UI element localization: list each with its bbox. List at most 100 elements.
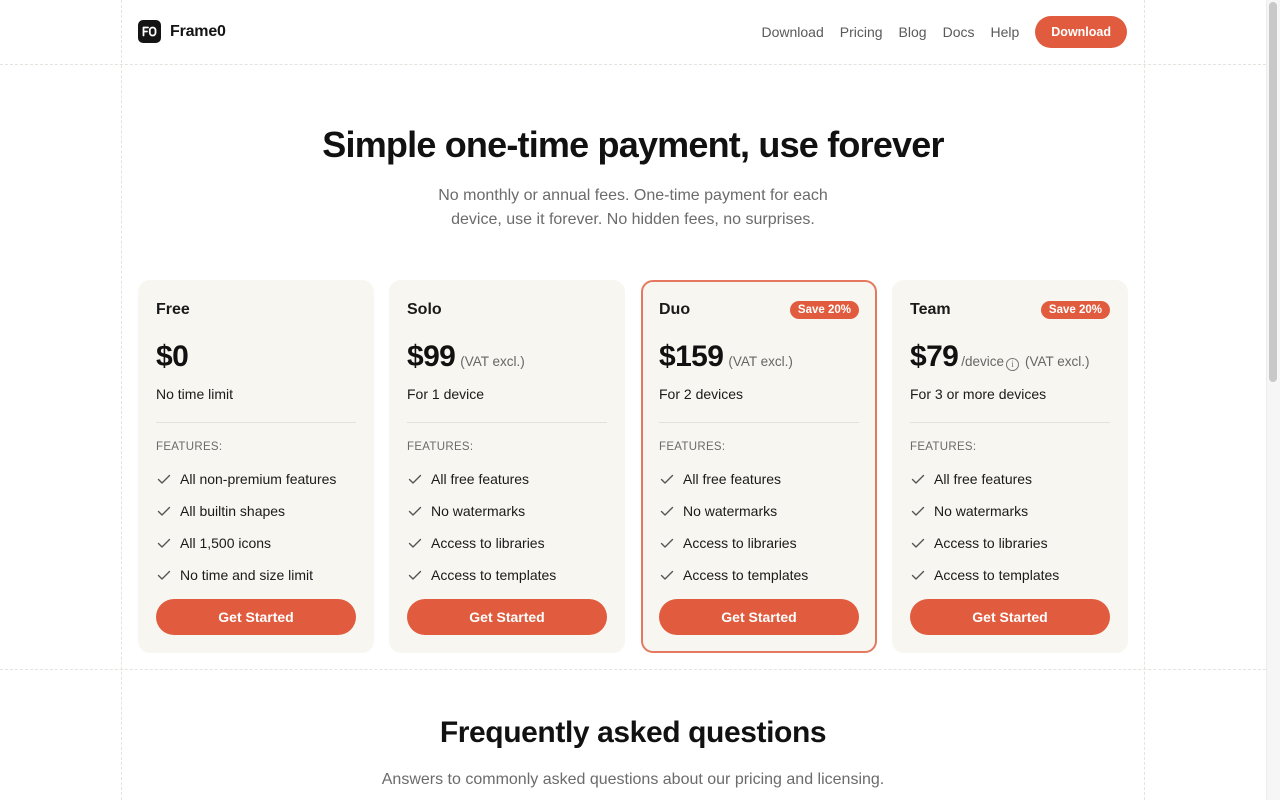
- brand-name: Frame0: [170, 22, 226, 40]
- check-icon: [911, 506, 925, 516]
- plan-price: $99: [407, 340, 456, 373]
- feature-text: No watermarks: [683, 503, 778, 519]
- check-icon: [408, 570, 422, 580]
- vat-note: (VAT excl.): [728, 354, 793, 369]
- list-item: All free features: [910, 463, 1110, 495]
- features-label: FEATURES:: [407, 441, 474, 453]
- plan-name: Team: [910, 301, 951, 318]
- check-icon: [157, 538, 171, 548]
- feature-text: Access to libraries: [934, 535, 1048, 551]
- list-item: All 1,500 icons: [156, 527, 356, 559]
- list-item: Access to templates: [910, 559, 1110, 591]
- plan-note: No time limit: [156, 386, 234, 402]
- feature-text: Access to templates: [934, 567, 1060, 583]
- plan-name: Duo: [659, 301, 691, 318]
- divider: [910, 422, 1110, 423]
- check-icon: [408, 506, 422, 516]
- feature-text: All 1,500 icons: [180, 535, 272, 551]
- nav-docs[interactable]: Docs: [943, 16, 975, 48]
- nav-help[interactable]: Help: [990, 16, 1019, 48]
- list-item: No watermarks: [910, 495, 1110, 527]
- get-started-button-free[interactable]: Get Started: [156, 599, 356, 635]
- guide-line: [0, 669, 1266, 670]
- feature-list: All free features No watermarks Access t…: [407, 463, 607, 591]
- check-icon: [911, 538, 925, 548]
- features-label: FEATURES:: [910, 441, 977, 453]
- feature-text: All non-premium features: [180, 471, 337, 487]
- divider: [407, 422, 607, 423]
- plan-price: $0: [156, 340, 189, 373]
- list-item: No watermarks: [407, 495, 607, 527]
- nav-pricing[interactable]: Pricing: [840, 16, 883, 48]
- divider: [156, 422, 356, 423]
- list-item: No watermarks: [659, 495, 859, 527]
- check-icon: [408, 474, 422, 484]
- list-item: All free features: [659, 463, 859, 495]
- feature-list: All free features No watermarks Access t…: [659, 463, 859, 591]
- check-icon: [157, 474, 171, 484]
- plan-card-duo: Duo Save 20% $159 (VAT excl.) For 2 devi…: [641, 280, 877, 653]
- plan-card-team: Team Save 20% $79 /device i (VAT excl.) …: [892, 280, 1128, 653]
- plan-note: For 2 devices: [659, 386, 744, 402]
- list-item: Access to libraries: [659, 527, 859, 559]
- faq-title: Frequently asked questions: [439, 716, 827, 749]
- brand-logo[interactable]: Frame0: [138, 20, 226, 43]
- list-item: Access to libraries: [407, 527, 607, 559]
- feature-list: All free features No watermarks Access t…: [910, 463, 1110, 591]
- list-item: All non-premium features: [156, 463, 356, 495]
- check-icon: [911, 474, 925, 484]
- check-icon: [157, 570, 171, 580]
- list-item: Access to templates: [407, 559, 607, 591]
- page-title: Simple one-time payment, use forever: [322, 124, 944, 165]
- guide-line: [1144, 0, 1145, 800]
- list-item: Access to templates: [659, 559, 859, 591]
- get-started-button-solo[interactable]: Get Started: [407, 599, 607, 635]
- check-icon: [408, 538, 422, 548]
- header-download-button[interactable]: Download: [1035, 16, 1127, 48]
- feature-text: All free features: [934, 471, 1033, 487]
- save-badge: Save 20%: [789, 301, 859, 319]
- check-icon: [660, 538, 674, 548]
- page-scrollbar[interactable]: [1266, 0, 1280, 800]
- check-icon: [660, 570, 674, 580]
- frame0-logo-icon: [138, 20, 161, 43]
- feature-text: Access to templates: [683, 567, 809, 583]
- faq-subtitle: Answers to commonly asked questions abou…: [381, 771, 885, 788]
- check-icon: [660, 506, 674, 516]
- plan-note: For 1 device: [407, 386, 485, 402]
- vat-note: (VAT excl.): [1025, 354, 1090, 369]
- features-label: FEATURES:: [659, 441, 726, 453]
- list-item: All free features: [407, 463, 607, 495]
- per-device-suffix: /device: [961, 354, 1005, 369]
- vat-note: (VAT excl.): [460, 354, 525, 369]
- guide-line: [0, 64, 1266, 65]
- feature-text: No watermarks: [934, 503, 1029, 519]
- list-item: All builtin shapes: [156, 495, 356, 527]
- check-icon: [660, 474, 674, 484]
- features-label: FEATURES:: [156, 441, 223, 453]
- check-icon: [911, 570, 925, 580]
- guide-line: [121, 0, 122, 800]
- feature-text: All builtin shapes: [180, 503, 286, 519]
- nav-blog[interactable]: Blog: [899, 16, 927, 48]
- get-started-button-duo[interactable]: Get Started: [659, 599, 859, 635]
- plan-name: Solo: [407, 301, 442, 318]
- feature-text: No time and size limit: [180, 567, 314, 583]
- list-item: No time and size limit: [156, 559, 356, 591]
- get-started-button-team[interactable]: Get Started: [910, 599, 1110, 635]
- nav-download[interactable]: Download: [761, 16, 823, 48]
- plan-card-free: Free $0 No time limit FEATURES: All non-…: [138, 280, 374, 653]
- check-icon: [157, 506, 171, 516]
- plan-note: For 3 or more devices: [910, 386, 1047, 402]
- divider: [659, 422, 859, 423]
- feature-text: All free features: [683, 471, 782, 487]
- site-header: Frame0 Download Pricing Blog Docs Help D…: [0, 0, 1266, 64]
- list-item: Access to libraries: [910, 527, 1110, 559]
- scrollbar-thumb[interactable]: [1269, 2, 1277, 382]
- feature-list: All non-premium features All builtin sha…: [156, 463, 356, 591]
- info-icon[interactable]: i: [1006, 357, 1020, 371]
- main-nav: Download Pricing Blog Docs Help Download: [745, 16, 1127, 48]
- plan-price: $79: [910, 340, 959, 373]
- page-subtitle: No monthly or annual fees. One-time paym…: [438, 187, 828, 228]
- save-badge: Save 20%: [1040, 301, 1110, 319]
